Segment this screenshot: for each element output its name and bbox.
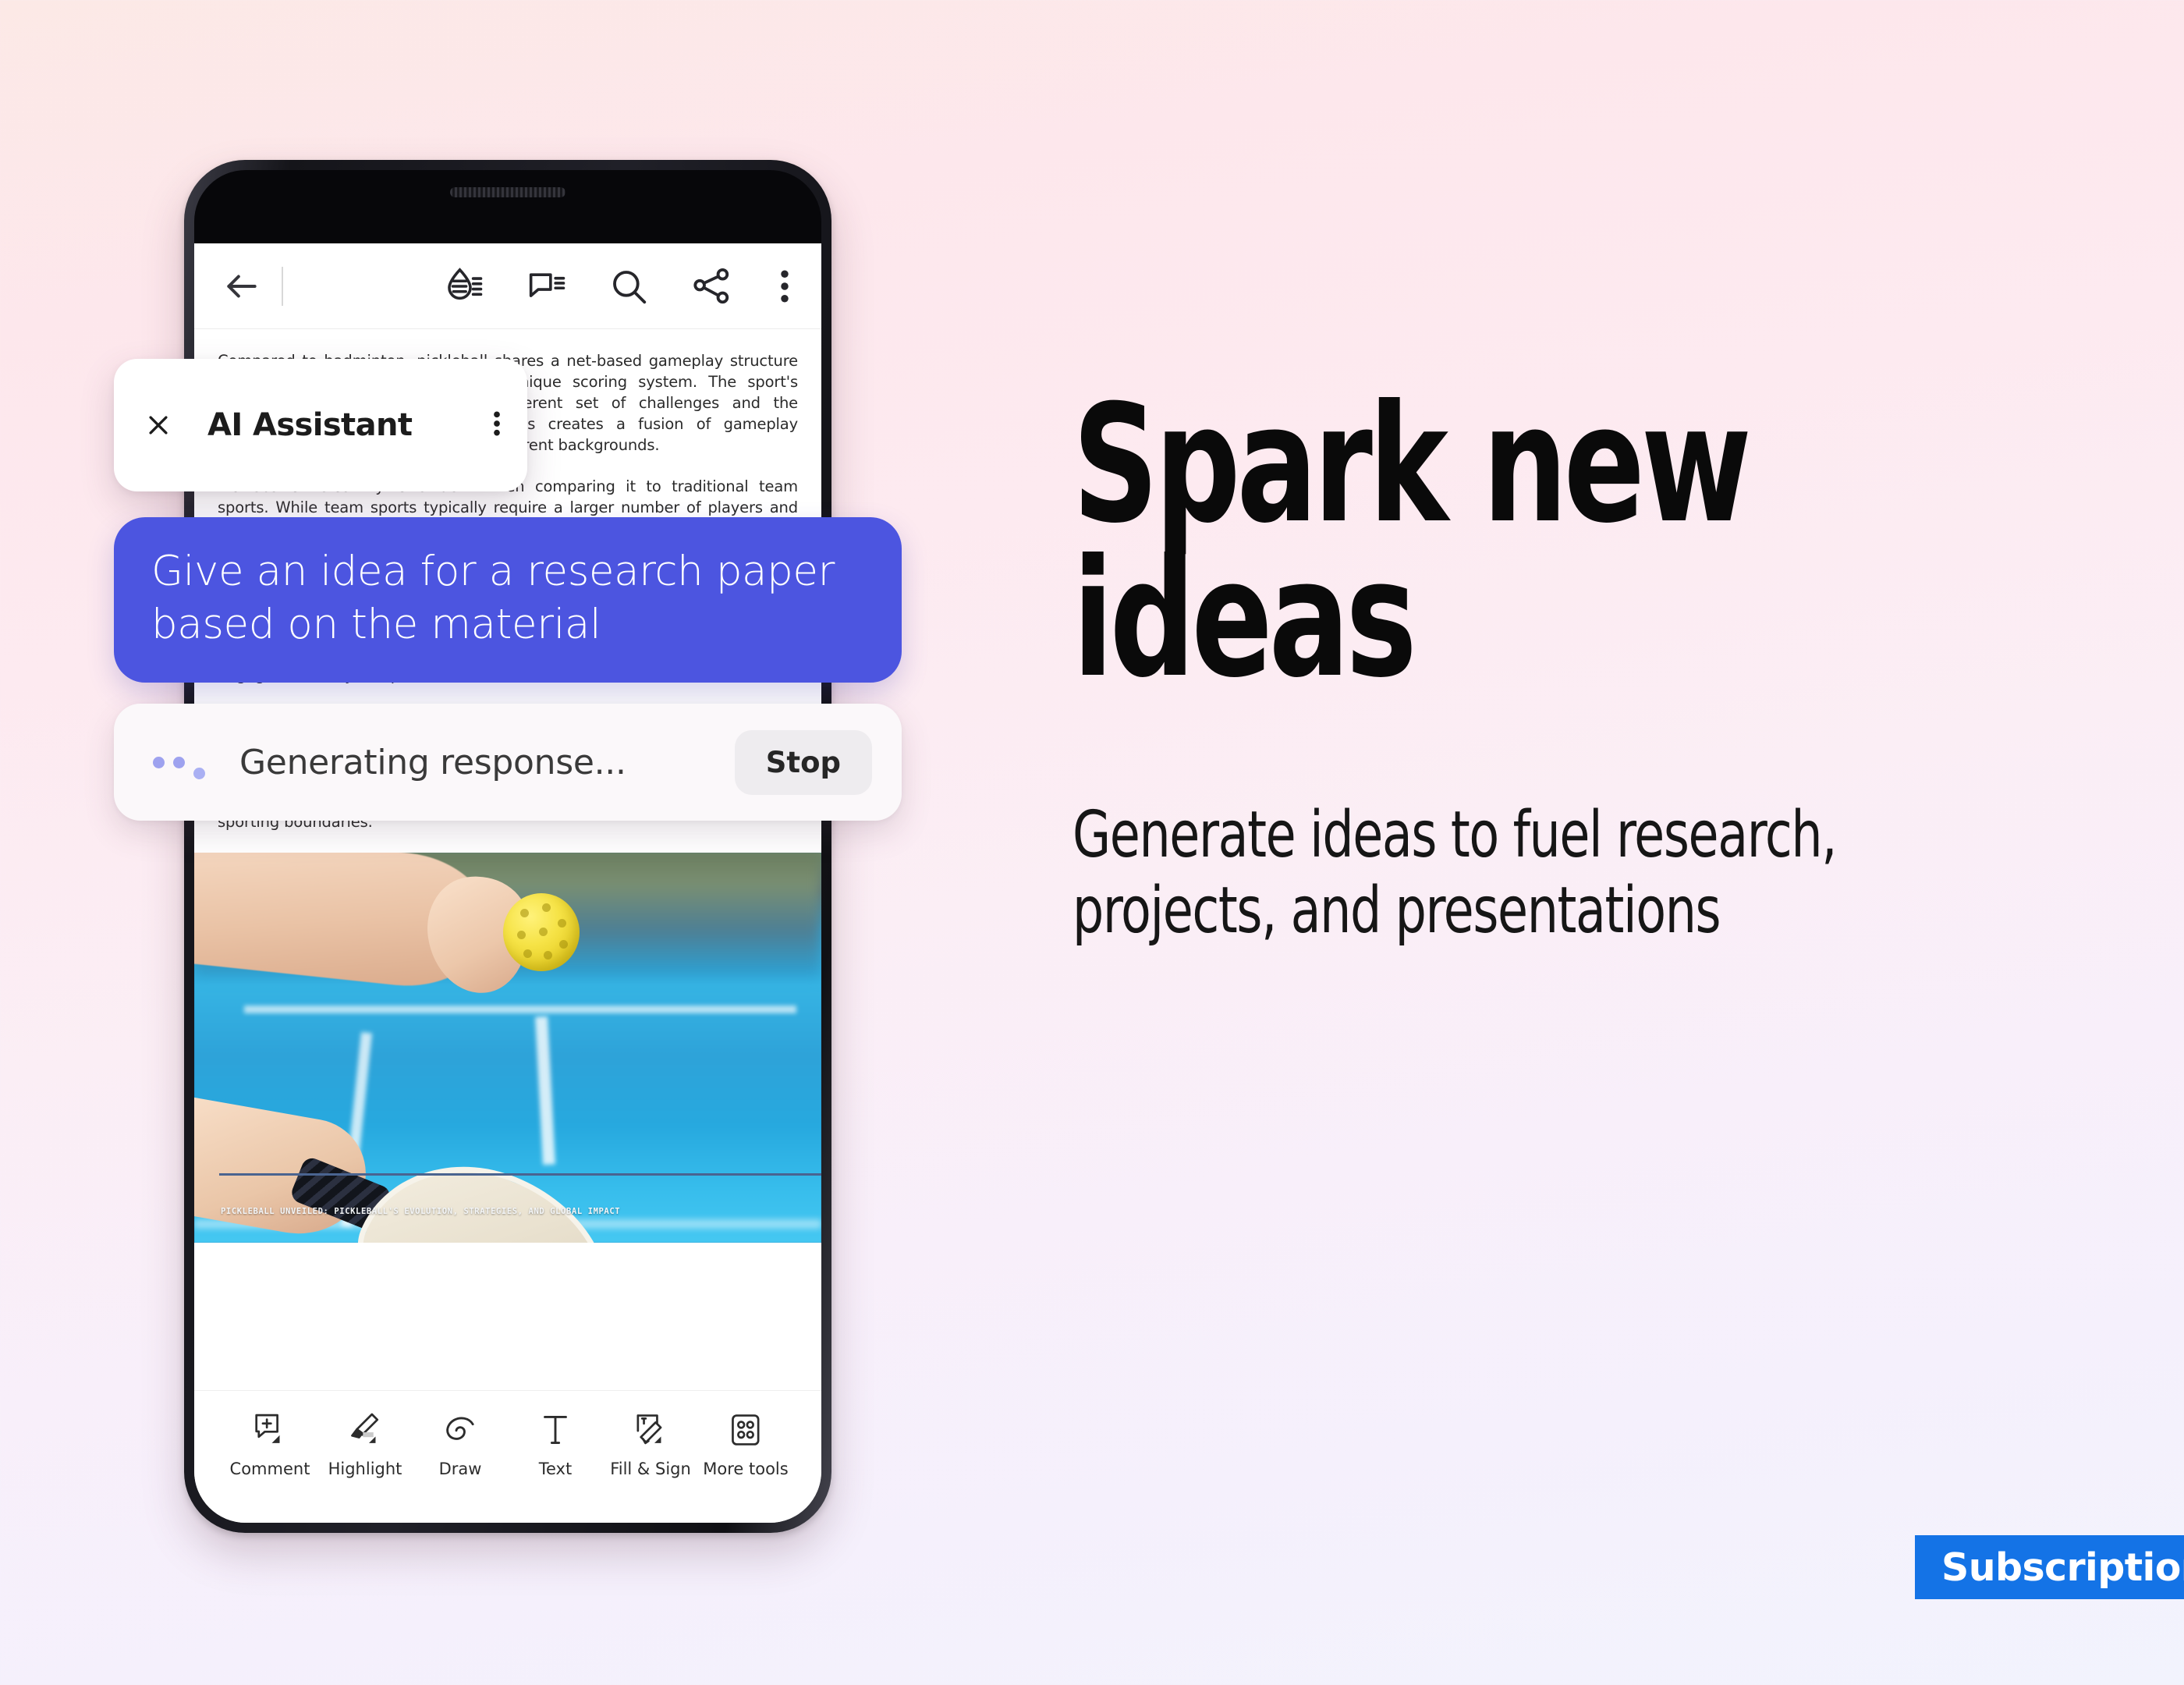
toolbar-label: More tools bbox=[703, 1460, 789, 1478]
comment-icon[interactable] bbox=[525, 265, 567, 307]
photo-caption: PICKLEBALL UNVEILED: PICKLEBALL'S EVOLUT… bbox=[221, 1207, 621, 1216]
toolbar-item-more-tools[interactable]: More tools bbox=[698, 1408, 793, 1478]
subscription-badge-label: Subscription bbox=[1941, 1545, 2184, 1590]
subscription-badge: Subscription bbox=[1915, 1535, 2184, 1599]
ai-assistant-title: AI Assistant bbox=[207, 407, 413, 443]
toolbar-label: Comment bbox=[229, 1460, 310, 1478]
toolbar-item-highlight[interactable]: Highlight bbox=[317, 1408, 413, 1478]
toolbar-item-text[interactable]: Text bbox=[508, 1408, 603, 1478]
draw-loop-icon bbox=[441, 1408, 480, 1452]
kebab-menu-icon[interactable] bbox=[775, 265, 795, 307]
generating-response-bar: Generating response... Stop bbox=[114, 704, 902, 821]
page-title: Spark new ideas bbox=[1072, 371, 1752, 714]
fill-and-sign-icon bbox=[631, 1408, 670, 1452]
kebab-menu-icon[interactable] bbox=[493, 407, 501, 444]
more-tools-grid-icon bbox=[726, 1408, 765, 1452]
stop-button[interactable]: Stop bbox=[734, 729, 872, 795]
user-prompt-bubble: Give an idea for a research paper based … bbox=[114, 517, 902, 683]
toolbar-divider bbox=[282, 266, 283, 306]
typing-dots-icon bbox=[153, 756, 205, 779]
comment-add-icon bbox=[250, 1408, 289, 1452]
page-subtitle: Generate ideas to fuel research, project… bbox=[1072, 798, 1837, 948]
toolbar-label: Draw bbox=[438, 1460, 482, 1478]
search-icon[interactable] bbox=[608, 265, 650, 307]
generating-status-text: Generating response... bbox=[239, 742, 626, 782]
photo-net-line bbox=[244, 1006, 796, 1013]
close-x-icon[interactable] bbox=[145, 412, 172, 438]
user-prompt-text: Give an idea for a research paper based … bbox=[151, 548, 835, 648]
text-tool-icon bbox=[536, 1408, 575, 1452]
photo-pickleball-ball bbox=[503, 893, 580, 971]
share-icon[interactable] bbox=[690, 265, 732, 307]
ai-assistant-header-card: AI Assistant bbox=[114, 359, 527, 491]
toolbar-label: Highlight bbox=[328, 1460, 402, 1478]
liquid-mode-icon[interactable] bbox=[442, 265, 484, 307]
toolbar-label: Text bbox=[538, 1460, 573, 1478]
marketing-copy: Spark new ideas Generate ideas to fuel r… bbox=[1072, 371, 2110, 949]
annotation-toolbar: Comment Highlight Draw Text Fill & Sign … bbox=[194, 1390, 821, 1523]
app-top-bar bbox=[194, 243, 821, 329]
toolbar-item-comment[interactable]: Comment bbox=[222, 1408, 317, 1478]
phone-mockup: Compared to badminton, pickleball shares… bbox=[114, 160, 902, 1548]
back-arrow-icon[interactable] bbox=[222, 267, 261, 306]
photo-caption-rule bbox=[219, 1173, 821, 1176]
highlight-pen-icon bbox=[346, 1408, 385, 1452]
earpiece-speaker-icon bbox=[450, 187, 566, 197]
toolbar-label: Fill & Sign bbox=[610, 1460, 691, 1478]
document-photo-pickleball: PICKLEBALL UNVEILED: PICKLEBALL'S EVOLUT… bbox=[194, 853, 821, 1243]
toolbar-item-draw[interactable]: Draw bbox=[413, 1408, 508, 1478]
toolbar-item-fill-and-sign[interactable]: Fill & Sign bbox=[603, 1408, 698, 1478]
